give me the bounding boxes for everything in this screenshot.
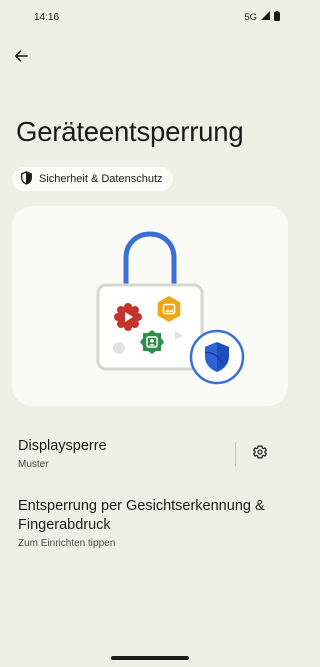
screen-lock-preference[interactable]: Displaysperre Muster <box>18 437 218 470</box>
status-bar: 14:16 5G <box>0 0 300 34</box>
shield-icon <box>20 170 33 188</box>
screen-lock-title: Displaysperre <box>18 438 107 454</box>
screen-lock-settings-button[interactable] <box>248 442 272 466</box>
network-type: 5G <box>244 11 257 23</box>
arrow-back-icon <box>14 49 28 68</box>
navigation-handle[interactable] <box>111 656 189 660</box>
padlock-illustration <box>96 231 245 385</box>
shield-badge-icon <box>189 329 245 385</box>
status-icons: 5G <box>244 10 280 24</box>
face-fingerprint-summary: Zum Einrichten tippen <box>18 538 116 549</box>
status-time: 14:16 <box>34 12 60 23</box>
screen-lock-summary: Muster <box>18 459 49 470</box>
chip-label: Sicherheit & Datenschutz <box>39 173 163 185</box>
gear-icon <box>252 444 268 465</box>
back-button[interactable] <box>8 45 34 71</box>
signal-icon <box>261 11 270 23</box>
illustration-card <box>12 206 288 406</box>
battery-icon <box>274 10 280 24</box>
contact-badge-icon <box>140 330 164 354</box>
play-badge-icon <box>114 303 142 331</box>
page-title: Geräteentsperrung <box>16 116 244 147</box>
divider <box>235 442 236 466</box>
security-privacy-chip[interactable]: Sicherheit & Datenschutz <box>12 167 173 191</box>
face-fingerprint-unlock-preference[interactable]: Entsperrung per Gesichtserkennung & Fing… <box>18 497 280 549</box>
face-fingerprint-title: Entsperrung per Gesichtserkennung & Fing… <box>18 498 265 533</box>
